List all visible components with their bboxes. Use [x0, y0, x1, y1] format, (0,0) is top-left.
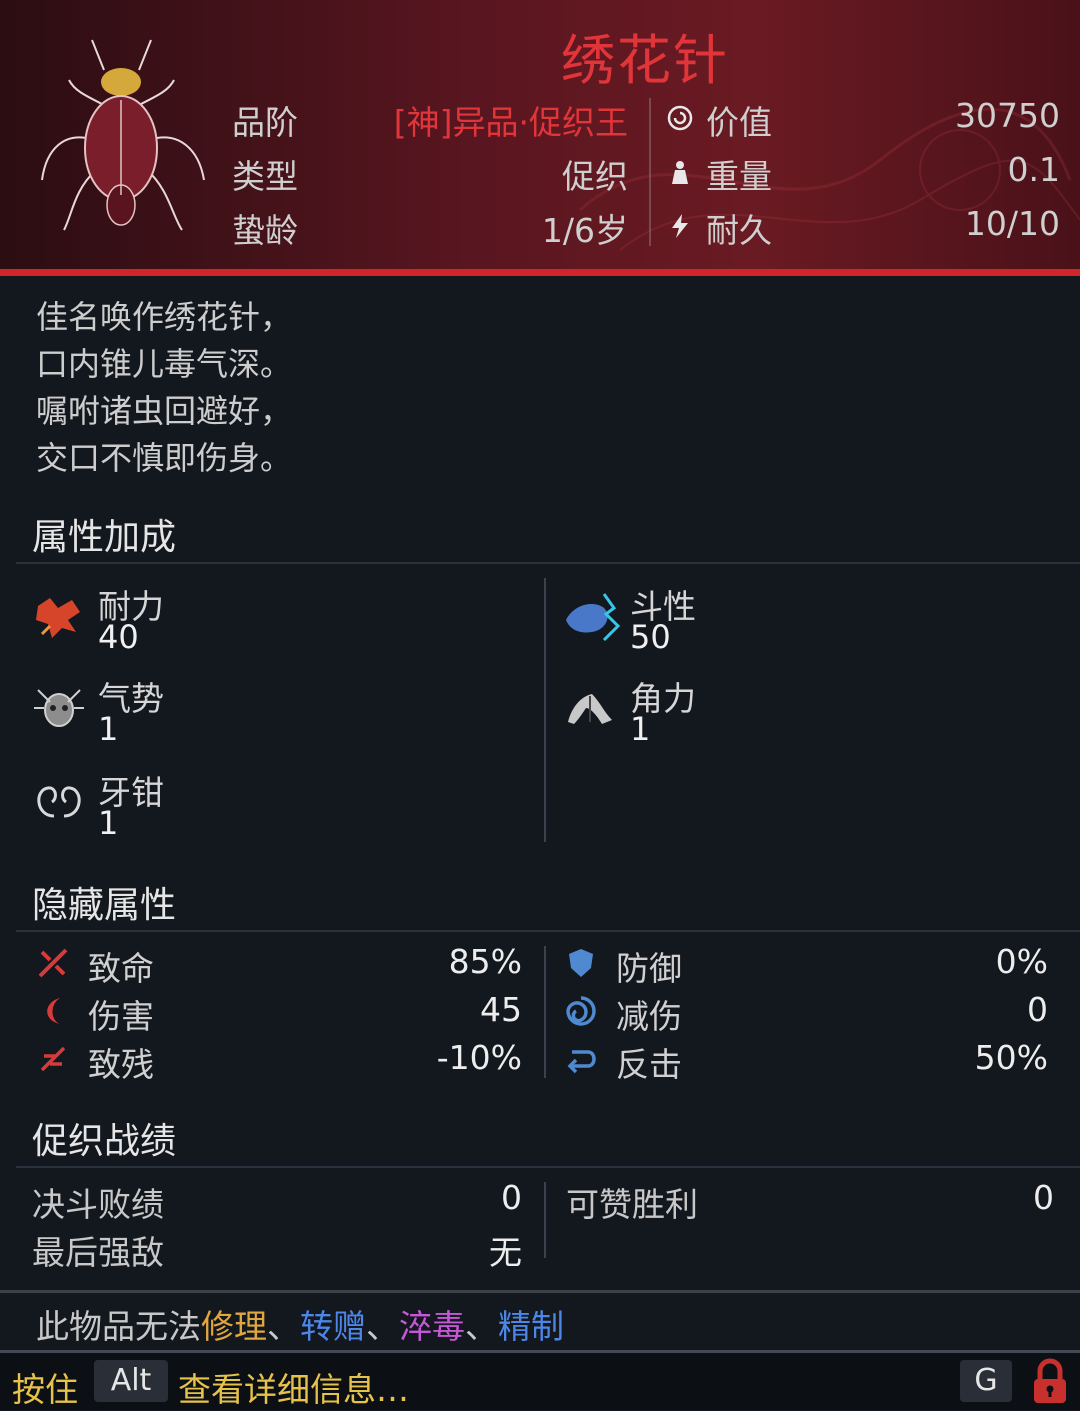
hidden-name: 致残: [88, 1045, 154, 1084]
section-divider: [16, 562, 1080, 564]
type-value: 促织: [562, 157, 628, 196]
hidden-name: 减伤: [616, 997, 682, 1036]
endurance-icon: [36, 598, 80, 638]
hint-bar: 按住 Alt 查看详细信息… G: [0, 1350, 1080, 1410]
damage-icon: [47, 998, 60, 1024]
attributes-title: 属性加成: [32, 517, 177, 558]
hidden-value: 45: [480, 990, 522, 1029]
column-divider: [544, 1182, 546, 1258]
notice-separator: 、: [267, 1307, 300, 1346]
mandible-icon: [37, 786, 81, 818]
record-label: 决斗败绩: [32, 1185, 164, 1224]
hidden-name: 反击: [616, 1045, 682, 1084]
durability-value: 10/10: [964, 204, 1060, 243]
hidden-title: 隐藏属性: [32, 885, 177, 926]
hidden-value: 85%: [448, 942, 522, 981]
item-header: 绣花针 品阶 [神]异品·促织王 类型 促织 蛰龄 1/6岁 价值 30750 …: [0, 0, 1080, 276]
record-value: 无: [489, 1233, 522, 1272]
poem-line: 交口不慎即伤身。: [36, 439, 293, 477]
poem-line: 嘱咐诸虫回避好，: [36, 392, 293, 430]
wrestling-icon: [568, 694, 612, 724]
restriction-notice: 此物品无法修理、转赠、淬毒、精制: [36, 1300, 564, 1348]
attr-value: 50: [630, 618, 671, 656]
hidden-name: 伤害: [88, 997, 154, 1036]
fighting-spirit-icon: [566, 593, 621, 642]
price-label: 价值: [706, 103, 772, 142]
weight-value: 0.1: [1007, 150, 1060, 189]
type-label: 类型: [232, 157, 298, 196]
alt-key-button[interactable]: Alt: [94, 1360, 168, 1402]
repair-text: 修理: [201, 1307, 267, 1346]
hold-text: 按住: [12, 1370, 78, 1409]
record-value: 0: [1033, 1178, 1054, 1217]
fatal-icon: [38, 948, 68, 978]
column-divider: [544, 946, 546, 1078]
weight-label: 重量: [706, 157, 772, 196]
lightning-icon: [672, 214, 688, 238]
record-title: 促织战绩: [32, 1121, 177, 1162]
lock-icon[interactable]: [1028, 1357, 1072, 1405]
poem-line: 口内锥儿毒气深。: [36, 345, 293, 383]
header-divider: [649, 98, 651, 246]
notice-divider: [0, 1290, 1080, 1293]
hidden-name: 致命: [88, 949, 154, 988]
column-divider: [544, 578, 546, 842]
rank-label: 品阶: [232, 103, 298, 142]
poison-text: 淬毒: [399, 1307, 465, 1346]
item-description: 佳名唤作绣花针， 口内锥儿毒气深。 嘱咐诸虫回避好， 交口不慎即伤身。: [36, 294, 292, 482]
record-label: 最后强敌: [32, 1233, 164, 1272]
attr-value: 1: [98, 710, 119, 748]
shield-icon: [569, 949, 593, 977]
momentum-icon: [34, 689, 84, 727]
detail-hint-text: 查看详细信息…: [178, 1370, 409, 1409]
attr-value: 40: [98, 618, 139, 656]
section-divider: [16, 1166, 1080, 1168]
age-label: 蛰龄: [232, 211, 298, 250]
notice-prefix: 此物品无法: [36, 1307, 201, 1346]
g-key-button[interactable]: G: [960, 1360, 1012, 1402]
hidden-value: 50%: [974, 1038, 1048, 1077]
record-value: 0: [501, 1178, 522, 1217]
durability-label: 耐久: [706, 211, 772, 250]
record-label: 可赞胜利: [566, 1185, 698, 1224]
attr-value: 1: [98, 804, 119, 842]
section-divider: [16, 930, 1080, 932]
refine-text: 精制: [498, 1307, 564, 1346]
hidden-name: 防御: [616, 949, 682, 988]
notice-separator: 、: [465, 1307, 498, 1346]
swirl-icon: [566, 996, 596, 1026]
weight-icon: [672, 161, 688, 184]
age-value: 1/6岁: [541, 211, 628, 250]
price-value: 30750: [955, 96, 1060, 135]
cripple-icon: [40, 1046, 66, 1072]
hidden-value: 0%: [995, 942, 1048, 981]
item-name: 绣花针: [561, 29, 729, 92]
hidden-value: 0: [1027, 990, 1048, 1029]
hidden-value: -10%: [436, 1038, 522, 1077]
attr-value: 1: [630, 710, 651, 748]
poem-line: 佳名唤作绣花针，: [36, 298, 293, 336]
rank-value: [神]异品·促织王: [393, 103, 628, 142]
coin-icon: [667, 105, 693, 131]
notice-separator: 、: [366, 1307, 399, 1346]
gift-text: 转赠: [300, 1307, 366, 1346]
counter-icon: [567, 1050, 596, 1074]
